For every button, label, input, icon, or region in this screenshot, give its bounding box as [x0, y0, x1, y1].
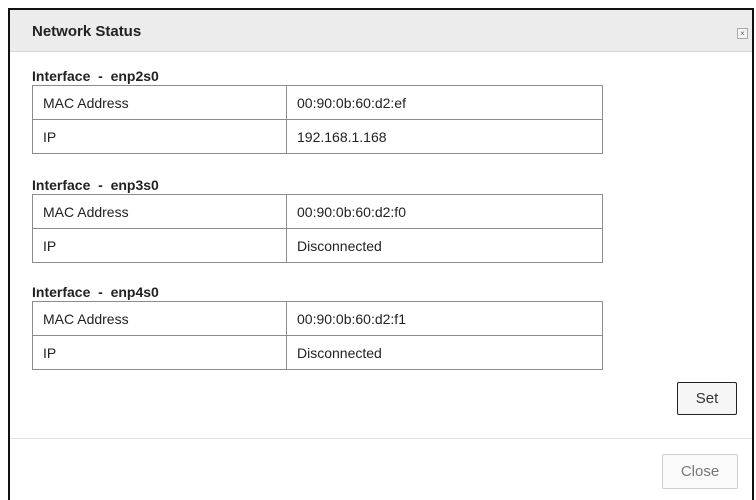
dialog-titlebar: Network Status ×: [10, 10, 752, 52]
mac-address-label: MAC Address: [32, 301, 287, 336]
interface-heading: Interface - enp2s0: [32, 68, 159, 84]
interface-table: MAC Address 00:90:0b:60:d2:f0 IP Disconn…: [32, 194, 603, 263]
table-row: IP 192.168.1.168: [32, 119, 603, 154]
mac-address-label: MAC Address: [32, 194, 287, 229]
ip-value: Disconnected: [286, 228, 603, 263]
mac-address-value: 00:90:0b:60:d2:f1: [286, 301, 603, 336]
table-row: IP Disconnected: [32, 335, 603, 370]
dialog-title: Network Status: [32, 23, 142, 40]
ip-value: 192.168.1.168: [286, 119, 603, 154]
ip-label: IP: [32, 119, 287, 154]
close-button[interactable]: Close: [662, 454, 738, 489]
interface-section-enp4s0: Interface - enp4s0 MAC Address 00:90:0b:…: [32, 283, 603, 370]
mac-address-value: 00:90:0b:60:d2:ef: [286, 85, 603, 120]
table-row: MAC Address 00:90:0b:60:d2:f1: [32, 301, 603, 336]
interface-section-enp3s0: Interface - enp3s0 MAC Address 00:90:0b:…: [32, 176, 603, 263]
footer-divider: [10, 438, 752, 439]
network-status-dialog: Network Status × Interface - enp2s0 MAC …: [8, 8, 754, 500]
interface-heading: Interface - enp4s0: [32, 284, 159, 300]
interface-table: MAC Address 00:90:0b:60:d2:f1 IP Disconn…: [32, 301, 603, 370]
mac-address-value: 00:90:0b:60:d2:f0: [286, 194, 603, 229]
set-button[interactable]: Set: [677, 382, 737, 415]
interface-section-enp2s0: Interface - enp2s0 MAC Address 00:90:0b:…: [32, 67, 603, 154]
interface-heading: Interface - enp3s0: [32, 177, 159, 193]
ip-label: IP: [32, 228, 287, 263]
table-row: MAC Address 00:90:0b:60:d2:ef: [32, 85, 603, 120]
table-row: IP Disconnected: [32, 228, 603, 263]
ip-value: Disconnected: [286, 335, 603, 370]
mac-address-label: MAC Address: [32, 85, 287, 120]
close-icon[interactable]: ×: [737, 28, 748, 39]
table-row: MAC Address 00:90:0b:60:d2:f0: [32, 194, 603, 229]
ip-label: IP: [32, 335, 287, 370]
interface-table: MAC Address 00:90:0b:60:d2:ef IP 192.168…: [32, 85, 603, 154]
